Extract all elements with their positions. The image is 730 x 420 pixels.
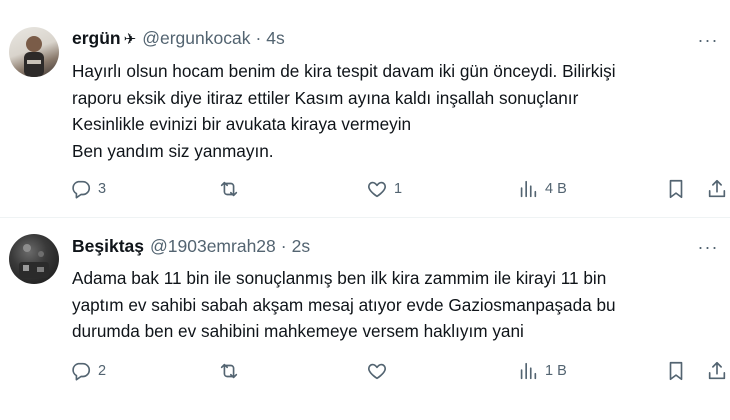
reply-count: 2	[98, 363, 107, 379]
user-handle[interactable]: @ergunkocak	[142, 28, 250, 49]
timestamp[interactable]: 2s	[292, 236, 310, 257]
bookmark-button[interactable]	[665, 175, 687, 203]
heart-icon	[368, 181, 386, 198]
reply-button[interactable]: 3	[70, 175, 106, 203]
like-button[interactable]	[366, 357, 394, 385]
separator-dot: ·	[255, 28, 262, 48]
tweet-text: Adama bak 11 bin ile sonuçlanmış ben ilk…	[72, 265, 712, 345]
reply-count: 3	[98, 181, 107, 197]
reply-icon	[72, 362, 91, 381]
tweet-header: ergün ✈ @ergunkocak · 4s	[72, 28, 285, 49]
tweet[interactable]: ergün ✈ @ergunkocak · 4s ··· Hayırlı ols…	[0, 0, 730, 218]
airplane-icon: ✈	[123, 30, 137, 48]
avatar-image	[24, 36, 44, 77]
avatar[interactable]	[9, 234, 59, 284]
retweet-button[interactable]	[218, 357, 246, 385]
tweet-text: Hayırlı olsun hocam benim de kira tespit…	[72, 58, 712, 164]
retweet-icon	[220, 363, 238, 379]
bookmark-icon	[669, 361, 683, 381]
user-handle[interactable]: @1903emrah28	[150, 236, 276, 257]
views-button[interactable]: 4 B	[517, 175, 567, 203]
tweet-text-line: raporu eksik diye itiraz ettiler Kasım a…	[72, 87, 579, 108]
tweet-text-line: Adama bak 11 bin ile sonuçlanmış ben ilk…	[72, 268, 607, 288]
action-bar: 3 1 4 B	[68, 175, 730, 203]
tweet-text-line: durumda ben ev sahibini mahkemeye versem…	[72, 321, 524, 341]
action-bar: 2 1 B	[68, 357, 730, 385]
tweet-text-line: Hayırlı olsun hocam benim de kira tespit…	[72, 61, 616, 81]
tweet-feed: ergün ✈ @ergunkocak · 4s ··· Hayırlı ols…	[0, 0, 730, 420]
retweet-icon	[220, 181, 238, 197]
tweet-text-line: Kesinlikle evinizi bir avukata kiraya ve…	[72, 114, 412, 134]
more-options-icon[interactable]: ···	[696, 28, 720, 52]
like-button[interactable]: 1	[366, 175, 402, 203]
reply-button[interactable]: 2	[70, 357, 106, 385]
separator-dot: ·	[280, 236, 287, 256]
share-icon	[708, 361, 726, 380]
tweet-text-line: Ben yandım siz yanmayın.	[72, 140, 274, 161]
views-icon	[520, 362, 537, 380]
retweet-button[interactable]	[218, 175, 246, 203]
tweet-header: Beşiktaş @1903emrah28 · 2s	[72, 236, 310, 257]
more-options-icon[interactable]: ···	[696, 235, 720, 259]
bookmark-button[interactable]	[665, 357, 687, 385]
share-button[interactable]	[706, 357, 728, 385]
timestamp[interactable]: 4s	[266, 28, 284, 49]
view-count: 4 B	[545, 181, 567, 197]
reply-icon	[72, 180, 91, 199]
views-icon	[520, 180, 537, 198]
tweet-text-line: yaptım ev sahibi sabah akşam mesaj atıyo…	[72, 294, 616, 315]
tweet[interactable]: Beşiktaş @1903emrah28 · 2s ··· Adama bak…	[0, 219, 730, 420]
avatar-image	[19, 244, 49, 278]
view-count: 1 B	[545, 363, 567, 379]
views-button[interactable]: 1 B	[517, 357, 567, 385]
avatar[interactable]	[9, 27, 59, 77]
bookmark-icon	[669, 179, 683, 199]
display-name[interactable]: Beşiktaş	[72, 236, 144, 257]
share-icon	[708, 179, 726, 198]
like-count: 1	[394, 181, 403, 197]
display-name[interactable]: ergün	[72, 28, 121, 49]
heart-icon	[368, 363, 386, 380]
share-button[interactable]	[706, 175, 728, 203]
